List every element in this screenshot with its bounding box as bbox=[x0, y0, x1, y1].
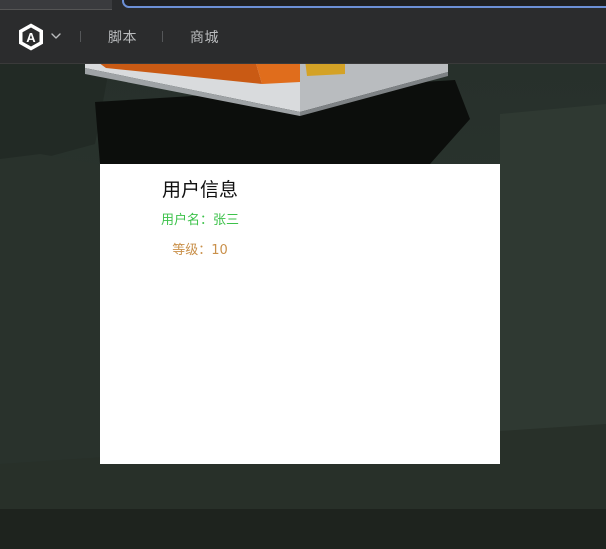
nav-divider bbox=[162, 31, 163, 42]
browser-chrome-strip bbox=[0, 0, 606, 10]
top-navbar: A 脚本 商城 bbox=[0, 10, 606, 64]
hexagon-a-logo-icon[interactable]: A bbox=[16, 22, 46, 52]
level-row: 等级：10 bbox=[100, 239, 300, 258]
chevron-down-icon[interactable] bbox=[50, 30, 62, 42]
user-info-panel: 用户信息 用户名：张三 等级：10 bbox=[100, 164, 500, 464]
nav-link-scripts[interactable]: 脚本 bbox=[108, 27, 137, 47]
username-value: 张三 bbox=[213, 213, 240, 228]
logo-letter: A bbox=[26, 30, 36, 45]
username-label: 用户名： bbox=[160, 213, 213, 228]
level-value: 10 bbox=[211, 243, 228, 258]
nav-divider bbox=[80, 31, 81, 42]
username-row: 用户名：张三 bbox=[100, 209, 300, 228]
address-bar-edge[interactable] bbox=[122, 0, 606, 8]
level-label: 等级： bbox=[172, 243, 212, 258]
nav-link-store[interactable]: 商城 bbox=[190, 27, 219, 47]
browser-tab-edge[interactable] bbox=[0, 0, 112, 10]
app-window: A 脚本 商城 用户信息 用户名：张三 等级：10 bbox=[0, 0, 606, 549]
panel-title: 用户信息 bbox=[161, 179, 238, 201]
